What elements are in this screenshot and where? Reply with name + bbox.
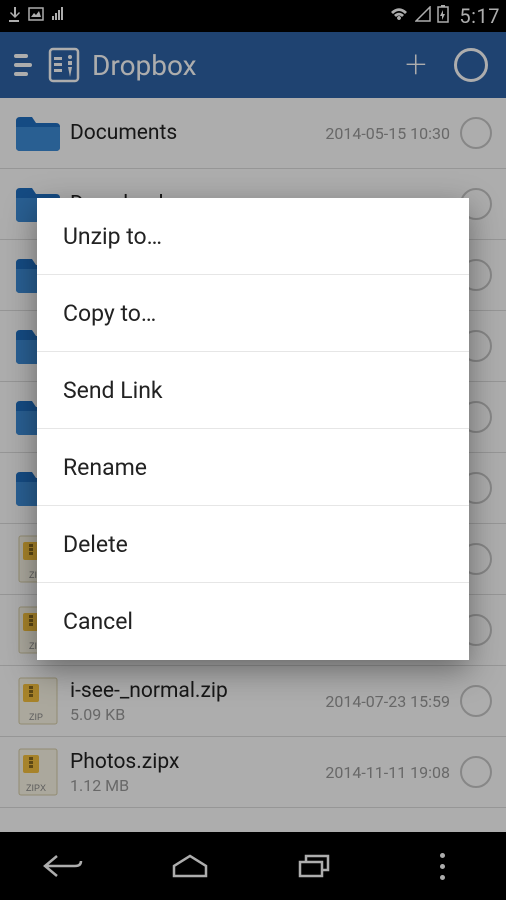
screen: 5:17 Dropbox + Documents 2 [0, 0, 506, 900]
dialog-item[interactable]: Send Link [37, 352, 469, 429]
dialog-item[interactable]: Unzip to… [37, 198, 469, 275]
dialog-item[interactable]: Cancel [37, 583, 469, 660]
dialog-item[interactable]: Copy to… [37, 275, 469, 352]
dialog-item[interactable]: Rename [37, 429, 469, 506]
dialog-overlay[interactable]: Unzip to…Copy to…Send LinkRenameDeleteCa… [0, 0, 506, 900]
context-dialog: Unzip to…Copy to…Send LinkRenameDeleteCa… [37, 198, 469, 660]
dialog-item[interactable]: Delete [37, 506, 469, 583]
